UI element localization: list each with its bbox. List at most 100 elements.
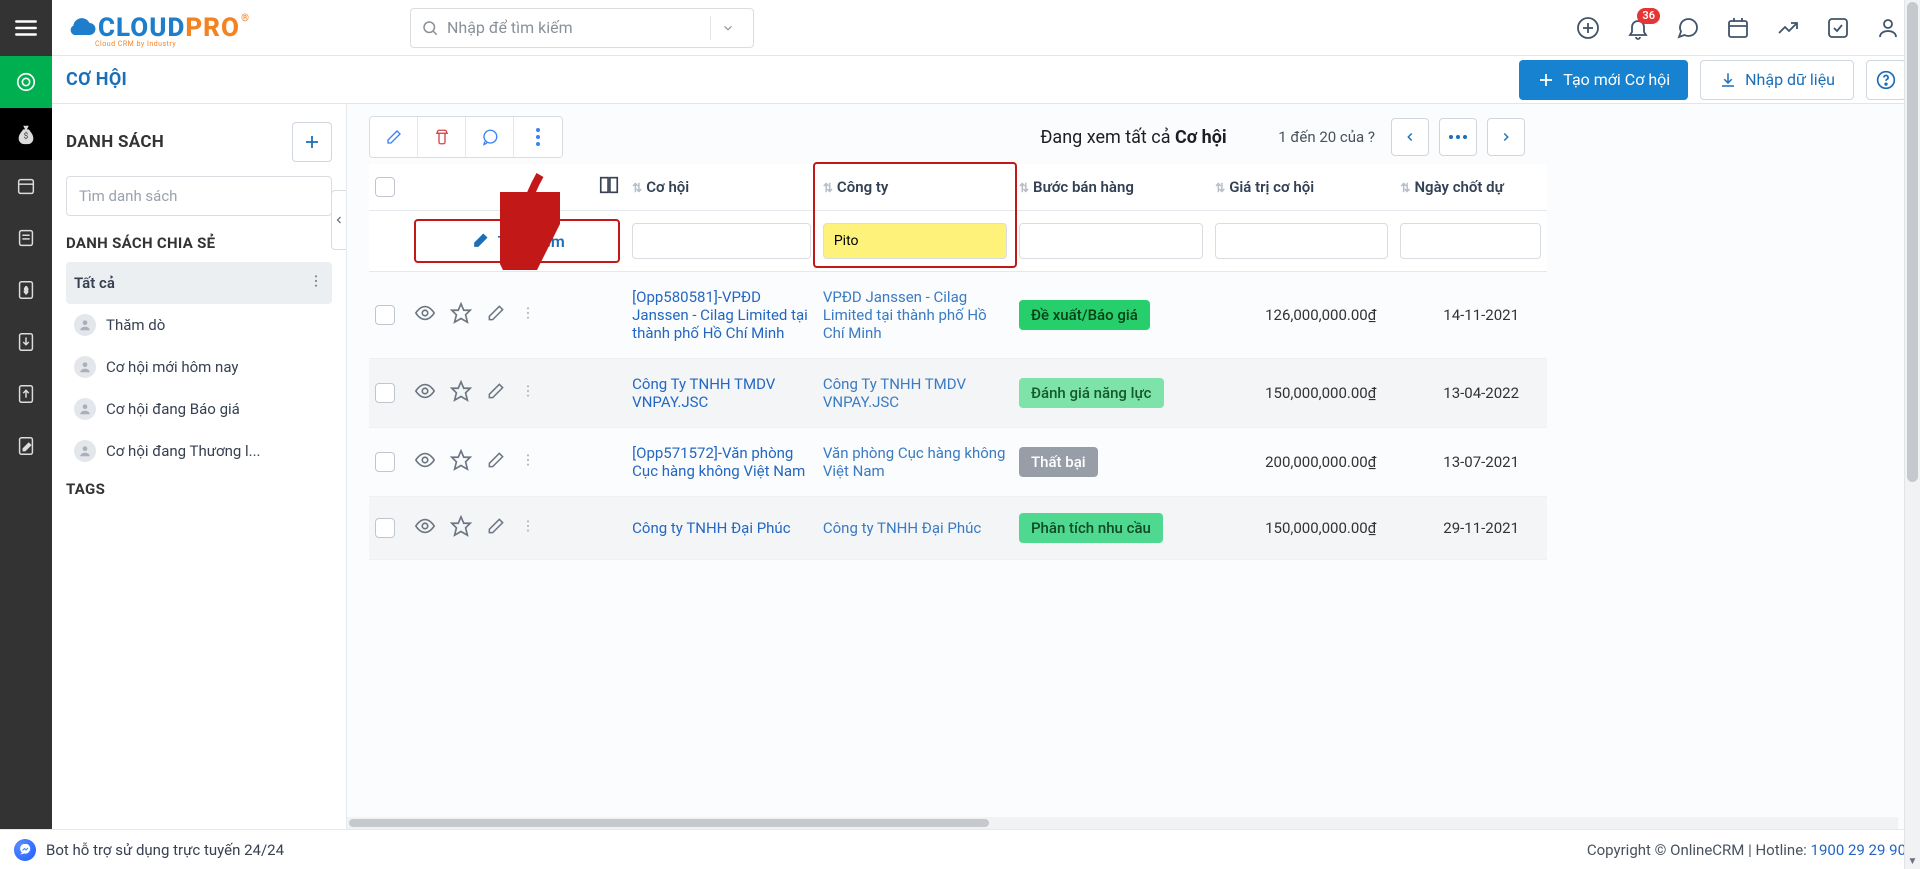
- scroll-down-icon: ▼: [1905, 853, 1920, 869]
- row-more-button[interactable]: [520, 518, 536, 538]
- user-icon: [1876, 16, 1900, 40]
- rail-dashboard-button[interactable]: [0, 56, 52, 108]
- content-heading: Đang xem tất cả Cơ hội: [1040, 127, 1226, 148]
- module-title: CƠ HỘI: [66, 69, 127, 90]
- messenger-icon[interactable]: [14, 839, 36, 861]
- add-list-button[interactable]: [292, 122, 332, 162]
- topbar: CLOUD PRO® Cloud CRM by Industry 36: [0, 0, 1920, 56]
- row-star-button[interactable]: [450, 380, 472, 406]
- row-select-checkbox[interactable]: [375, 383, 395, 403]
- opportunity-name-link[interactable]: [Opp571572]-Văn phòng Cục hàng không Việ…: [632, 444, 805, 480]
- column-header-value[interactable]: ⇅Giá trị cơ hội: [1209, 164, 1394, 211]
- chevron-right-icon: [1499, 130, 1513, 144]
- import-data-button[interactable]: Nhập dữ liệu: [1700, 60, 1854, 100]
- list-search-input[interactable]: [79, 177, 319, 215]
- collapse-panel-button[interactable]: [331, 190, 347, 250]
- rail-module-a-button[interactable]: [0, 160, 52, 212]
- column-header-company[interactable]: ⇅Công ty: [817, 164, 1013, 211]
- list-item-more-button[interactable]: [308, 273, 324, 293]
- row-view-button[interactable]: [414, 515, 436, 541]
- row-view-button[interactable]: [414, 449, 436, 475]
- calendar-button[interactable]: [1724, 14, 1752, 42]
- row-star-button[interactable]: [450, 302, 472, 328]
- rail-module-b-button[interactable]: [0, 212, 52, 264]
- filter-opportunity-input[interactable]: [632, 223, 811, 259]
- filter-value-input[interactable]: [1215, 223, 1388, 259]
- row-edit-button[interactable]: [486, 381, 506, 405]
- close-date: 13-04-2022: [1394, 359, 1547, 428]
- row-edit-button[interactable]: [486, 450, 506, 474]
- create-button[interactable]: [1574, 14, 1602, 42]
- opportunity-value: 126,000,000.00₫: [1209, 272, 1394, 359]
- search-column-trigger[interactable]: Tìm kiếm: [414, 219, 620, 263]
- opportunity-name-link[interactable]: Công ty TNHH Đại Phúc: [632, 519, 790, 537]
- company-link[interactable]: VPĐD Janssen - Cilag Limited tại thành p…: [823, 288, 987, 342]
- column-header-opportunity[interactable]: ⇅Cơ hội: [626, 164, 817, 211]
- list-item[interactable]: Cơ hội đang Thương l...: [66, 430, 332, 472]
- row-edit-button[interactable]: [486, 303, 506, 327]
- row-select-checkbox[interactable]: [375, 518, 395, 538]
- opportunity-value: 150,000,000.00₫: [1209, 497, 1394, 560]
- hotline-link[interactable]: 1900 29 29 90: [1811, 841, 1906, 859]
- list-search[interactable]: [66, 176, 332, 216]
- company-link[interactable]: Văn phòng Cục hàng không Việt Nam: [823, 444, 1006, 480]
- filter-stage-input[interactable]: [1019, 223, 1203, 259]
- row-view-button[interactable]: [414, 380, 436, 406]
- tasks-button[interactable]: [1824, 14, 1852, 42]
- row-more-button[interactable]: [520, 452, 536, 472]
- list-item[interactable]: Cơ hội đang Báo giá: [66, 388, 332, 430]
- scrollbar-thumb[interactable]: [1907, 2, 1918, 482]
- row-more-button[interactable]: [520, 305, 536, 325]
- page-next-button[interactable]: [1487, 118, 1525, 156]
- rail-invoice-button[interactable]: $: [0, 264, 52, 316]
- row-star-button[interactable]: [450, 449, 472, 475]
- bulk-comment-button[interactable]: [466, 117, 514, 157]
- rail-edit-doc-button[interactable]: [0, 420, 52, 472]
- list-item[interactable]: Cơ hội mới hôm nay: [66, 346, 332, 388]
- page-more-button[interactable]: [1439, 118, 1477, 156]
- rail-opportunities-button[interactable]: $: [0, 108, 52, 160]
- create-opportunity-button[interactable]: Tạo mới Cơ hội: [1519, 60, 1688, 100]
- company-link[interactable]: Công Ty TNHH TMDV VNPAY.JSC: [823, 375, 966, 411]
- notifications-button[interactable]: 36: [1624, 14, 1652, 42]
- kebab-icon: [536, 128, 540, 146]
- pencil-icon: [486, 450, 506, 470]
- list-item[interactable]: Thăm dò: [66, 304, 332, 346]
- messages-button[interactable]: [1674, 14, 1702, 42]
- row-select-checkbox[interactable]: [375, 305, 395, 325]
- table-row: Công ty TNHH Đại Phúc Công ty TNHH Đại P…: [369, 497, 1547, 560]
- global-search[interactable]: [410, 8, 754, 48]
- company-link[interactable]: Công ty TNHH Đại Phúc: [823, 519, 981, 537]
- hamburger-menu-button[interactable]: [0, 0, 52, 56]
- select-all-checkbox[interactable]: [375, 177, 395, 197]
- bulk-edit-button[interactable]: [370, 117, 418, 157]
- chevron-down-icon[interactable]: [721, 21, 735, 35]
- column-layout-button[interactable]: [598, 174, 620, 200]
- bulk-more-button[interactable]: [514, 117, 562, 157]
- row-view-button[interactable]: [414, 302, 436, 328]
- column-header-closedate[interactable]: ⇅Ngày chốt dự: [1394, 164, 1547, 211]
- brand-logo[interactable]: CLOUD PRO®: [64, 13, 240, 43]
- filter-company-input[interactable]: [823, 223, 1007, 259]
- row-select-checkbox[interactable]: [375, 452, 395, 472]
- window-scrollbar[interactable]: ▲ ▼: [1904, 0, 1920, 869]
- global-search-input[interactable]: [447, 18, 700, 37]
- column-header-stage[interactable]: ⇅Bước bán hàng: [1013, 164, 1209, 211]
- opportunity-name-link[interactable]: Công Ty TNHH TMDV VNPAY.JSC: [632, 375, 775, 411]
- list-item-all[interactable]: Tất cả: [66, 262, 332, 304]
- hscroll-thumb[interactable]: [349, 819, 989, 827]
- bulk-delete-button[interactable]: [418, 117, 466, 157]
- help-button[interactable]: [1866, 60, 1906, 100]
- table-horizontal-scrollbar[interactable]: [347, 817, 1898, 829]
- analytics-button[interactable]: [1774, 14, 1802, 42]
- profile-button[interactable]: [1874, 14, 1902, 42]
- row-edit-button[interactable]: [486, 516, 506, 540]
- rail-upload-button[interactable]: [0, 368, 52, 420]
- page-prev-button[interactable]: [1391, 118, 1429, 156]
- pencil-doc-icon: [15, 435, 37, 457]
- row-star-button[interactable]: [450, 515, 472, 541]
- filter-date-input[interactable]: [1400, 223, 1541, 259]
- opportunity-name-link[interactable]: [Opp580581]-VPĐD Janssen - Cilag Limited…: [632, 288, 808, 342]
- rail-download-button[interactable]: [0, 316, 52, 368]
- row-more-button[interactable]: [520, 383, 536, 403]
